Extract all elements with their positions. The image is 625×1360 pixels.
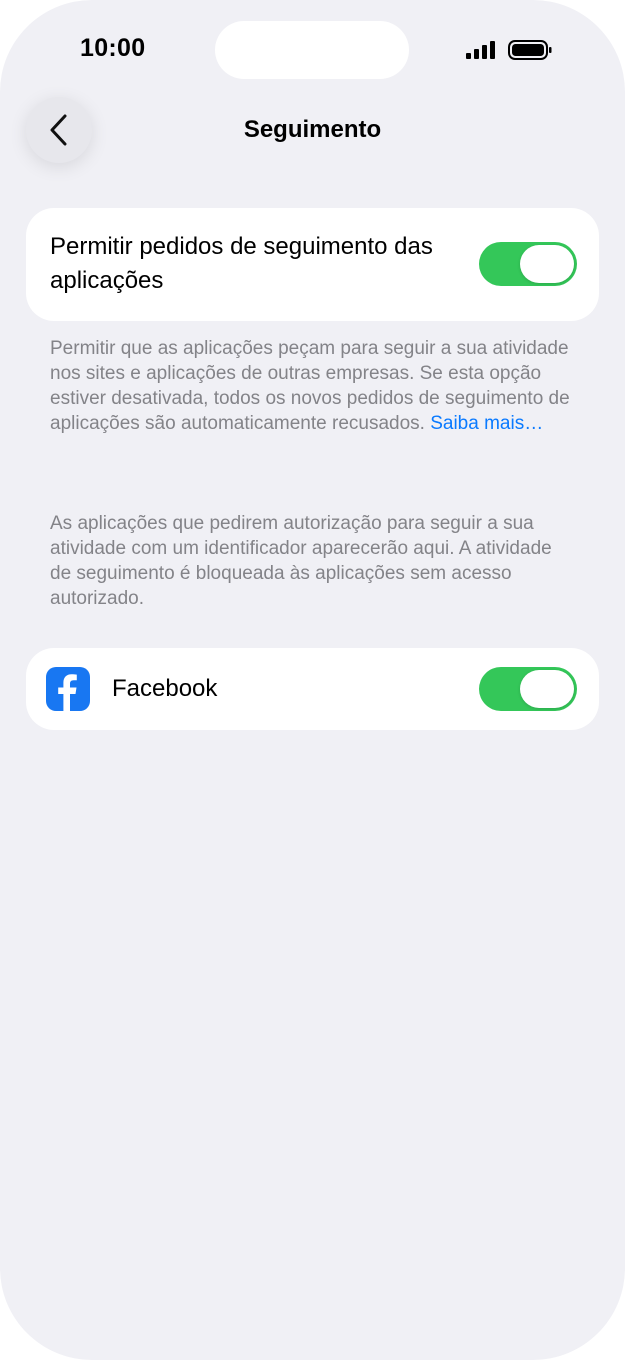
- facebook-icon: [46, 667, 90, 711]
- learn-more-link[interactable]: Saiba mais…: [430, 413, 543, 434]
- toggle-knob: [520, 670, 574, 708]
- apps-description: As aplicações que pedirem autorização pa…: [50, 513, 552, 609]
- app-row-facebook: Facebook: [26, 648, 599, 730]
- toggle-knob: [520, 245, 574, 283]
- battery-icon: [508, 40, 552, 60]
- page-title: Seguimento: [243, 116, 382, 143]
- tracking-description: Permitir que as aplicações peçam para se…: [50, 336, 570, 436]
- facebook-tracking-toggle[interactable]: [479, 667, 577, 711]
- tracking-requests-card: Permitir pedidos de seguimento das aplic…: [26, 208, 599, 321]
- allow-tracking-label: Permitir pedidos de seguimento das aplic…: [50, 233, 433, 294]
- status-time: 10:00: [80, 34, 146, 62]
- dynamic-island: [215, 21, 409, 79]
- allow-tracking-toggle[interactable]: [479, 242, 577, 286]
- app-name: Facebook: [112, 675, 218, 702]
- cellular-signal-icon: [466, 41, 495, 59]
- phone-screen: 10:00 Seguimento Permitir pedidos de seg…: [0, 0, 625, 1360]
